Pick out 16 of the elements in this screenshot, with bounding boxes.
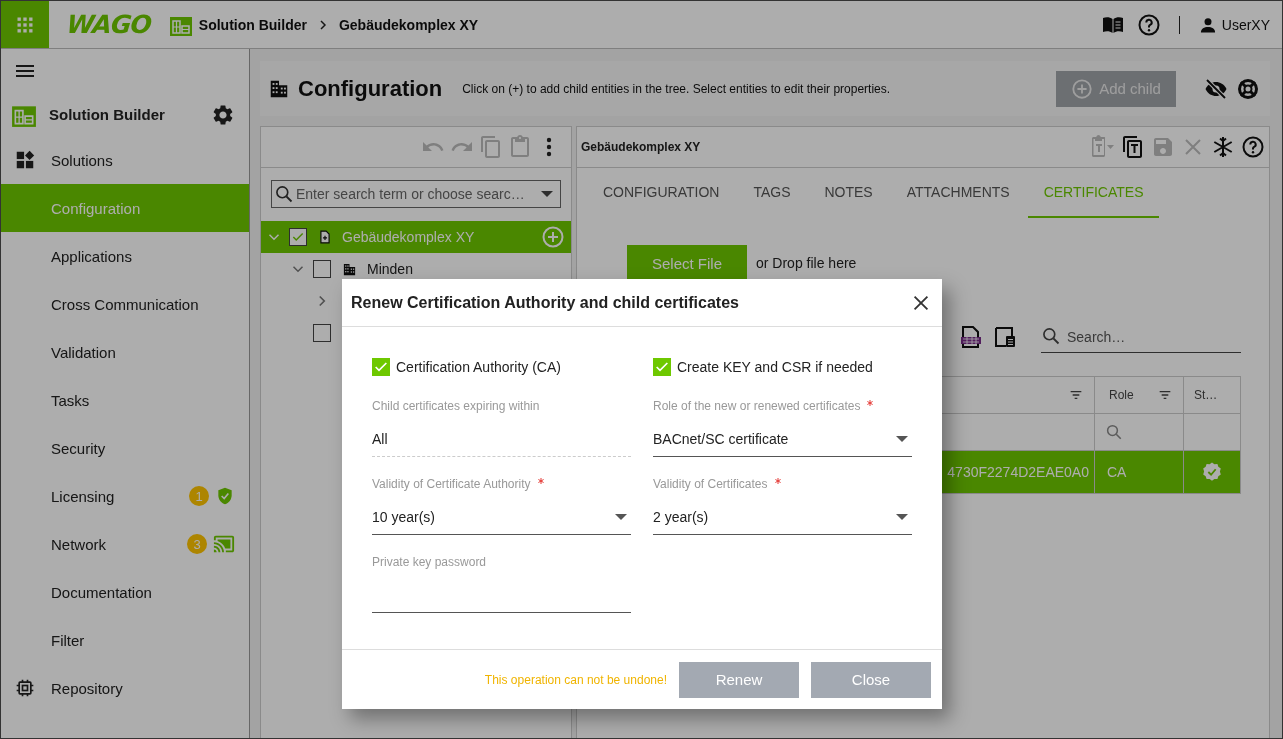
warning-text: This operation can not be undone!: [484, 672, 667, 687]
field-label: Validity of Certificate Authority: [372, 477, 547, 491]
field-label: Child certificates expiring within: [372, 399, 540, 413]
drop-hint: or Drop file here: [756, 255, 857, 271]
hint-text: Click on (+) to add child entities in the tree. Select entities to edit their properties.: [462, 81, 892, 96]
count-badge: 3: [187, 534, 207, 554]
field-label: Private key password: [372, 555, 487, 569]
brand-logo: WAGO: [65, 10, 153, 39]
dialog-title: Renew Certification Authority and child certificates: [351, 293, 740, 312]
read-only-field: All: [372, 427, 631, 457]
app-title: Solution Builder: [49, 106, 166, 123]
page-title: Configuration: [298, 75, 443, 102]
entity-title: Gebäudekomplex XY: [581, 140, 702, 154]
field-label: Validity of Certificates: [653, 477, 784, 491]
table-cell: CA: [1095, 451, 1184, 494]
count-badge: 1: [189, 486, 209, 506]
